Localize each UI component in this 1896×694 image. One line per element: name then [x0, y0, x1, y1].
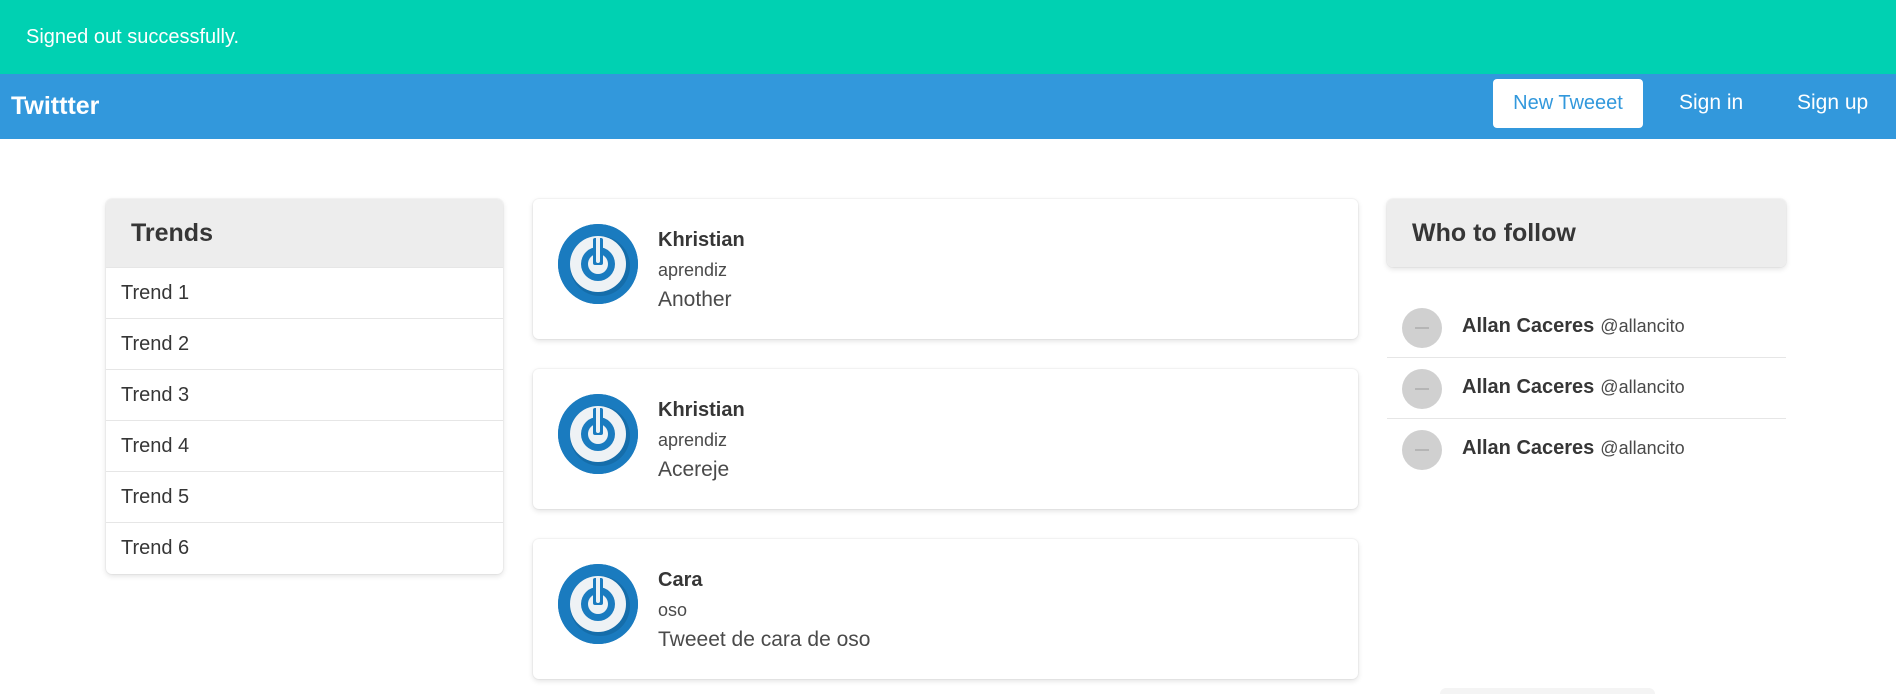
- who-to-follow-panel: Who to follow: [1387, 199, 1786, 267]
- flash-notification: Signed out successfully.: [0, 0, 1896, 74]
- tweet-card: Khristian aprendiz Another: [533, 199, 1358, 339]
- power-icon: [558, 564, 638, 644]
- notification-text: Signed out successfully.: [26, 25, 240, 48]
- follow-user-name[interactable]: Allan Caceres @allancito: [1462, 315, 1685, 338]
- who-to-follow-title: Who to follow: [1387, 199, 1786, 267]
- new-tweet-button[interactable]: New Tweeet: [1493, 79, 1643, 128]
- trend-item[interactable]: Trend 6: [106, 522, 503, 573]
- sign-in-link[interactable]: Sign in: [1679, 91, 1743, 115]
- tweet-author-name[interactable]: Khristian: [658, 399, 745, 422]
- follow-user-name[interactable]: Allan Caceres @allancito: [1462, 437, 1685, 460]
- follow-suggestion[interactable]: Allan Caceres @allancito: [1387, 297, 1786, 358]
- tweet-text: Acereje: [658, 458, 730, 481]
- follow-user-name[interactable]: Allan Caceres @allancito: [1462, 376, 1685, 399]
- power-icon: [558, 224, 638, 304]
- trends-panel: Trends Trend 1 Trend 2 Trend 3 Trend 4 T…: [106, 199, 503, 574]
- trend-item[interactable]: Trend 4: [106, 420, 503, 471]
- follow-user-handle: @allancito: [1600, 438, 1685, 458]
- navbar: Twittter New Tweeet Sign in Sign up: [0, 74, 1896, 139]
- partial-card-edge: [1440, 688, 1655, 694]
- tweet-text: Tweeet de cara de oso: [658, 628, 871, 651]
- trend-item[interactable]: Trend 2: [106, 318, 503, 369]
- brand-logo[interactable]: Twittter: [11, 92, 99, 121]
- power-icon: [558, 394, 638, 474]
- avatar-placeholder-icon: [1402, 369, 1442, 409]
- tweet-card: Cara oso Tweeet de cara de oso: [533, 539, 1358, 679]
- avatar-placeholder-icon: [1402, 430, 1442, 470]
- follow-suggestion[interactable]: Allan Caceres @allancito: [1387, 358, 1786, 419]
- tweet-author-handle: oso: [658, 600, 688, 620]
- follow-suggestion[interactable]: Allan Caceres @allancito: [1387, 419, 1786, 480]
- avatar-placeholder-icon: [1402, 308, 1442, 348]
- trend-item[interactable]: Trend 1: [106, 267, 503, 318]
- trend-item[interactable]: Trend 3: [106, 369, 503, 420]
- tweet-text: Another: [658, 288, 732, 311]
- trends-title: Trends: [106, 199, 503, 267]
- tweet-author-name[interactable]: Khristian: [658, 229, 745, 252]
- trend-item[interactable]: Trend 5: [106, 471, 503, 522]
- tweet-author-handle: aprendiz: [658, 260, 728, 280]
- tweet-card: Khristian aprendiz Acereje: [533, 369, 1358, 509]
- tweet-author-name[interactable]: Cara: [658, 569, 702, 592]
- tweet-author-handle: aprendiz: [658, 430, 728, 450]
- who-to-follow-list: Allan Caceres @allancito Allan Caceres @al…: [1387, 297, 1786, 480]
- follow-user-handle: @allancito: [1600, 377, 1685, 397]
- follow-user-handle: @allancito: [1600, 316, 1685, 336]
- sign-up-link[interactable]: Sign up: [1797, 91, 1868, 115]
